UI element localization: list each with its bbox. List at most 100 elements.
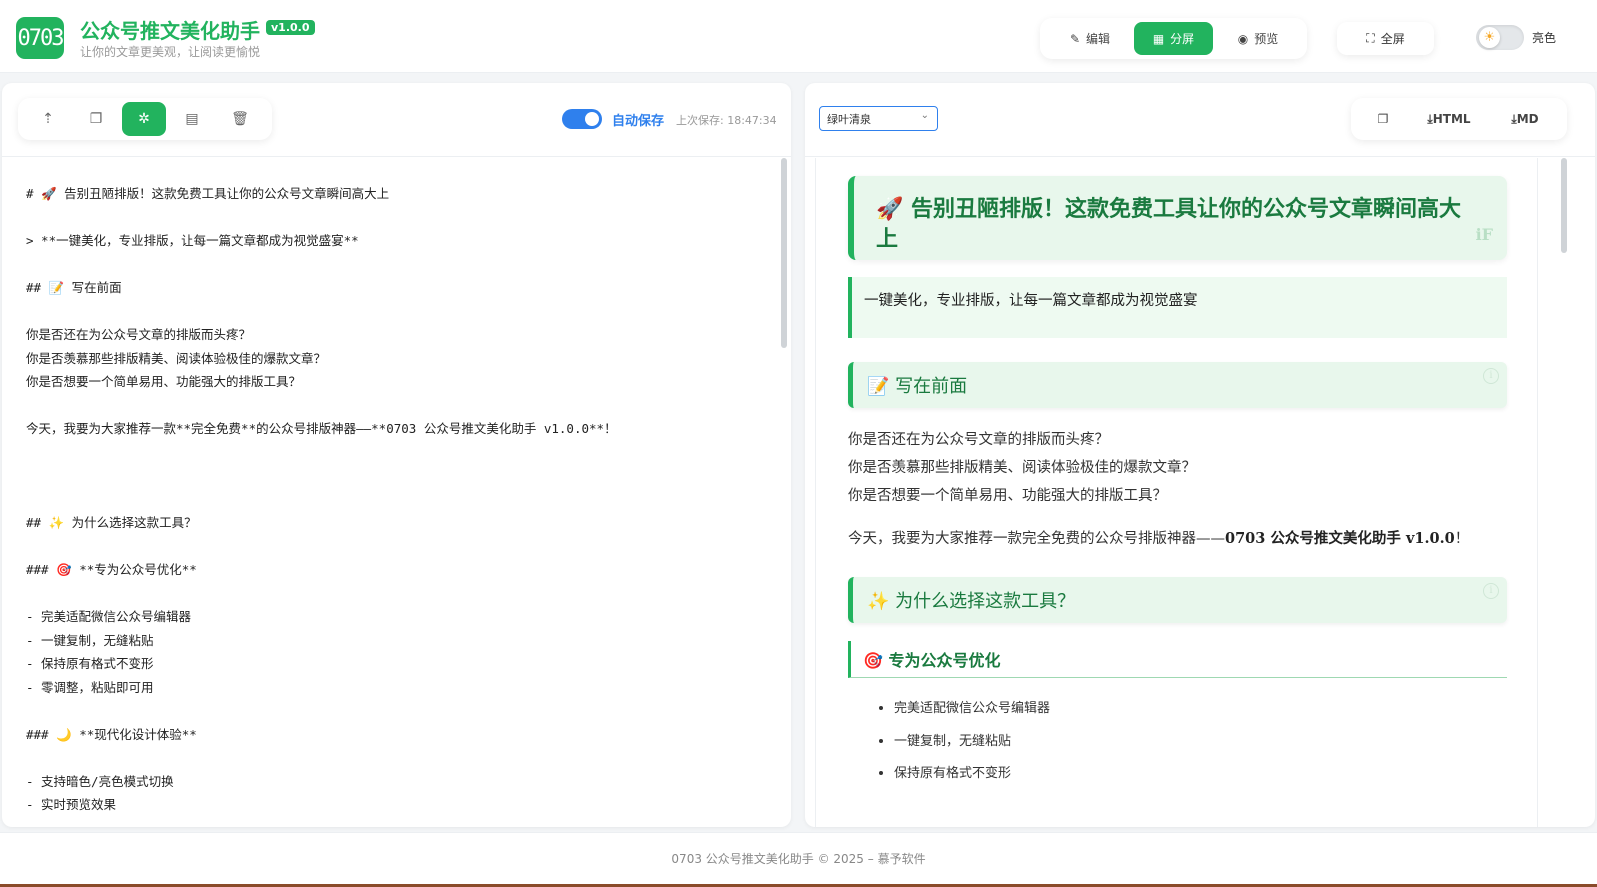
preview-blockquote: 一键美化，专业排版，让每一篇文章都成为视觉盛宴 bbox=[848, 277, 1507, 338]
info-icon: i bbox=[1483, 368, 1499, 384]
edit-mode-button[interactable]: ✎ 编辑 bbox=[1048, 22, 1132, 55]
editor-line: > **一键美化，专业排版，让每一篇文章都成为视觉盛宴** bbox=[26, 233, 359, 248]
theme-toggle[interactable]: ☀ bbox=[1476, 25, 1524, 50]
editor-line: 今天，我要为大家推荐一款**完全免费**的公众号排版神器——**0703 公众号… bbox=[26, 421, 617, 436]
document-button[interactable]: ▤ bbox=[170, 102, 214, 136]
editor-toolbar: ⇡ ❐ ✲ ▤ 🗑 自动保存 上次保存: 18:47:34 bbox=[2, 83, 791, 157]
editor-line: 你是否羡慕那些排版精美、阅读体验极佳的爆款文章？ bbox=[26, 350, 327, 366]
fullscreen-label: 全屏 bbox=[1380, 32, 1405, 46]
editor-line: 你是否想要一个简单易用、功能强大的排版工具？ bbox=[26, 374, 302, 389]
preview-toolbar: 绿叶清泉 ⌄ ❐ ⤓ HTML ⤓ MD bbox=[805, 83, 1595, 157]
app-subtitle: 让你的文章更美观，让阅读更愉悦 bbox=[80, 45, 261, 59]
copy-preview-button[interactable]: ❐ bbox=[1369, 106, 1397, 132]
list-item: 完美适配微信公众号编辑器 bbox=[894, 692, 1507, 725]
grid-icon: ▦ bbox=[1152, 31, 1165, 46]
page-footer: 0703 公众号推文美化助手 © 2025 – 慕予软件 bbox=[0, 832, 1597, 884]
editor-line: ## 📝 写在前面 bbox=[26, 280, 122, 295]
sun-icon: ☀ bbox=[1479, 27, 1500, 48]
chevron-down-icon: ⌄ bbox=[920, 110, 929, 121]
document-icon: ▤ bbox=[185, 111, 199, 127]
export-html-label: HTML bbox=[1432, 112, 1471, 126]
editor-line: - 完美适配微信公众号编辑器 bbox=[26, 609, 192, 624]
copy-icon: ❐ bbox=[1377, 112, 1389, 126]
upload-button[interactable]: ⇡ bbox=[26, 102, 70, 136]
fullscreen-icon: ⛶ bbox=[1366, 31, 1375, 45]
preview-h2-intro: 📝 写在前面 i bbox=[848, 362, 1507, 408]
fullscreen-button[interactable]: ⛶ 全屏 bbox=[1337, 22, 1434, 55]
markdown-editor[interactable]: # 🚀 告别丑陋排版！这款免费工具让你的公众号文章瞬间高大上 > **一键美化，专… bbox=[2, 158, 780, 827]
export-md-label: MD bbox=[1516, 112, 1539, 126]
copy-button[interactable]: ❐ bbox=[74, 102, 118, 136]
preview-intro-paragraph: 你是否还在为公众号文章的排版而头疼？ 你是否羡慕那些排版精美、阅读体验极佳的爆款… bbox=[848, 426, 1507, 510]
preview-optimize-list: 完美适配微信公众号编辑器 一键复制，无缝粘贴 保持原有格式不变形 bbox=[848, 692, 1507, 790]
preview-h1: 🚀 告别丑陋排版！这款免费工具让你的公众号文章瞬间高大上 iF bbox=[848, 176, 1507, 260]
split-mode-label: 分屏 bbox=[1170, 32, 1195, 46]
trash-icon: 🗑 bbox=[231, 111, 249, 127]
intro-line: 你是否想要一个简单易用、功能强大的排版工具？ bbox=[848, 488, 1167, 504]
export-html-button[interactable]: ⤓ HTML bbox=[1413, 106, 1485, 132]
recommend-suffix: ！ bbox=[1454, 531, 1470, 547]
h1-decoration: iF bbox=[1475, 225, 1493, 244]
preview-mode-button[interactable]: ◉ 预览 bbox=[1216, 22, 1300, 55]
version-badge: v1.0.0 bbox=[266, 20, 315, 35]
intro-line: 你是否羡慕那些排版精美、阅读体验极佳的爆款文章？ bbox=[848, 460, 1196, 476]
edit-mode-label: 编辑 bbox=[1086, 32, 1111, 46]
preview-h1-text: 🚀 告别丑陋排版！这款免费工具让你的公众号文章瞬间高大上 bbox=[876, 196, 1462, 252]
info-icon: i bbox=[1483, 583, 1499, 599]
editor-line: - 一键复制，无缝粘贴 bbox=[26, 632, 154, 648]
edit-icon: ✎ bbox=[1069, 31, 1081, 46]
theme-mode-label: 亮色 bbox=[1532, 31, 1557, 45]
preview-scrollbar[interactable] bbox=[1561, 158, 1567, 253]
editor-panel: ⇡ ❐ ✲ ▤ 🗑 自动保存 上次保存: 18:47:34 # 🚀 告别丑陋排版… bbox=[2, 83, 791, 827]
editor-scrollbar[interactable] bbox=[781, 158, 787, 348]
app-title: 公众号推文美化助手 bbox=[80, 19, 260, 43]
preview-h2-why-text: ✨ 为什么选择这款工具？ bbox=[867, 591, 1076, 612]
editor-line: - 支持暗色/亮色模式切换 bbox=[26, 773, 174, 789]
last-saved-time: 上次保存: 18:47:34 bbox=[676, 114, 777, 127]
editor-line: 你是否还在为公众号文章的排版而头疼？ bbox=[26, 327, 252, 342]
recommend-prefix: 今天，我要为大家推荐一款完全免费的公众号排版神器—— bbox=[848, 531, 1225, 547]
export-group: ❐ ⤓ HTML ⤓ MD bbox=[1351, 98, 1567, 140]
copy-icon: ❐ bbox=[89, 111, 103, 127]
editor-line: ### 🎯 **专为公众号优化** bbox=[26, 562, 197, 577]
eye-icon: ◉ bbox=[1237, 31, 1249, 46]
editor-line: - 实时预览效果 bbox=[26, 797, 117, 812]
preview-h3-optimize: 🎯 专为公众号优化 bbox=[848, 641, 1507, 678]
app-logo: 0703 bbox=[16, 17, 64, 59]
preview-recommend-paragraph: 今天，我要为大家推荐一款完全免费的公众号排版神器——0703 公众号推文美化助手… bbox=[848, 525, 1507, 553]
list-item: 保持原有格式不变形 bbox=[894, 757, 1507, 790]
split-mode-button[interactable]: ▦ 分屏 bbox=[1134, 22, 1213, 55]
clear-button[interactable]: 🗑 bbox=[218, 102, 262, 136]
editor-line: - 零调整，粘贴即可用 bbox=[26, 679, 154, 695]
app-header: 0703 公众号推文美化助手 v1.0.0 让你的文章更美观，让阅读更愉悦 ✎ … bbox=[0, 0, 1597, 73]
preview-h2-why: ✨ 为什么选择这款工具？ i bbox=[848, 577, 1507, 623]
autosave-toggle[interactable] bbox=[562, 109, 602, 129]
editor-line: # 🚀 告别丑陋排版！这款免费工具让你的公众号文章瞬间高大上 bbox=[26, 186, 390, 201]
editor-line: ### 🌙 **现代化设计体验** bbox=[26, 726, 197, 742]
editor-tool-group: ⇡ ❐ ✲ ▤ 🗑 bbox=[18, 98, 272, 140]
upload-icon: ⇡ bbox=[42, 111, 54, 127]
magic-format-icon: ✲ bbox=[138, 111, 150, 127]
preview-mode-label: 预览 bbox=[1254, 32, 1279, 46]
autosave-label: 自动保存 bbox=[612, 114, 665, 129]
preview-h2-intro-text: 📝 写在前面 bbox=[867, 376, 968, 397]
recommend-bold: 0703 公众号推文美化助手 v1.0.0 bbox=[1225, 530, 1455, 547]
export-md-button[interactable]: ⤓ MD bbox=[1495, 106, 1555, 132]
preview-panel: 绿叶清泉 ⌄ ❐ ⤓ HTML ⤓ MD 🚀 告别丑陋排版！这款免费工具让你的公… bbox=[805, 83, 1595, 827]
intro-line: 你是否还在为公众号文章的排版而头疼？ bbox=[848, 432, 1109, 448]
format-button[interactable]: ✲ bbox=[122, 102, 166, 136]
editor-line: - 保持原有格式不变形 bbox=[26, 656, 154, 671]
view-mode-group: ✎ 编辑 ▦ 分屏 ◉ 预览 bbox=[1040, 18, 1307, 59]
theme-select[interactable]: 绿叶清泉 ⌄ bbox=[819, 106, 938, 131]
list-item: 一键复制，无缝粘贴 bbox=[894, 725, 1507, 758]
